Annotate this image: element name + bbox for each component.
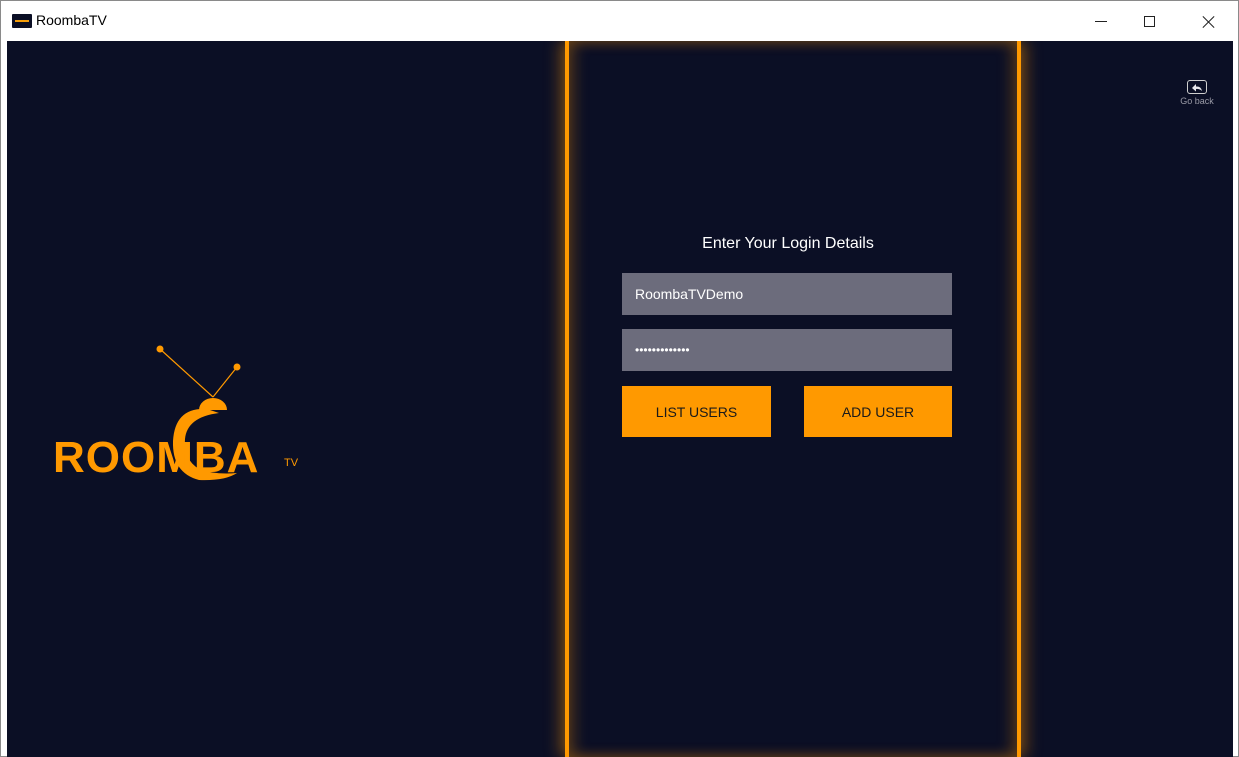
list-users-button[interactable]: LIST USERS (622, 386, 771, 437)
password-field[interactable]: ••••••••••••• (622, 329, 952, 371)
go-back-button[interactable]: Go back (1173, 80, 1221, 120)
brand-wordmark: ROOMBA (53, 433, 260, 482)
main-content: ROOMBA TV (7, 41, 1233, 757)
add-user-button[interactable]: ADD USER (804, 386, 952, 437)
minimize-icon (1095, 21, 1107, 22)
window-title: RoombaTV (36, 12, 107, 28)
title-bar[interactable]: RoombaTV (1, 1, 1238, 40)
app-logo-icon (12, 14, 32, 28)
app-window: RoombaTV ROOMBA TV Enter Your Login Deta… (0, 0, 1239, 757)
go-back-label: Go back (1180, 96, 1214, 106)
maximize-button[interactable] (1126, 1, 1172, 40)
maximize-icon (1143, 16, 1155, 27)
go-back-icon (1187, 80, 1207, 94)
minimize-button[interactable] (1078, 1, 1124, 40)
close-button[interactable] (1186, 1, 1232, 40)
login-heading: Enter Your Login Details (702, 235, 874, 252)
username-field[interactable]: RoombaTVDemo (622, 273, 952, 315)
close-icon (1202, 15, 1216, 29)
brand-superscript: TV (284, 457, 299, 469)
